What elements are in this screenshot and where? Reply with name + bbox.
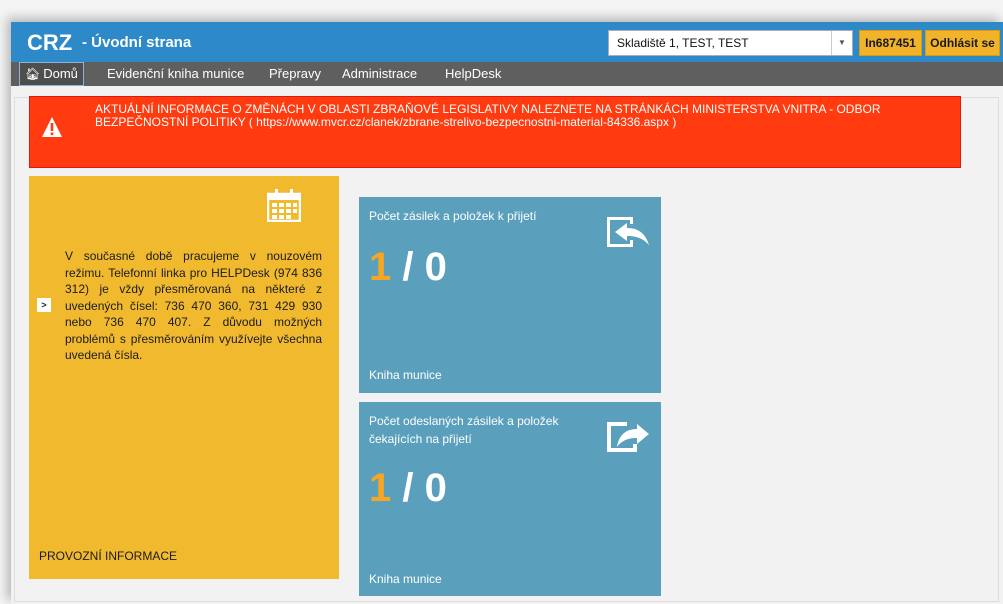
receive-tile-footer: Kniha munice [369,368,442,382]
next-arrow-button[interactable]: > [37,298,51,312]
sent-count-a: 1 [369,466,392,510]
receive-count: 1 / 0 [369,245,447,290]
info-tile-footer: PROVOZNÍ INFORMACE [39,549,178,563]
alert-text[interactable]: AKTUÁLNÍ INFORMACE O ZMĚNÁCH V OBLASTI Z… [95,103,935,129]
sent-tile-footer: Kniha munice [369,572,442,586]
calendar-icon [267,189,301,222]
home-icon: 🏠︎ [25,67,41,81]
nav-item-helpdesk[interactable]: HelpDesk [445,62,501,86]
nav-item-ammo-book[interactable]: Evidenční kniha munice [107,62,244,86]
user-button[interactable]: In687451 [859,30,922,56]
page-title: - Úvodní strana [82,34,192,51]
warehouse-select-value: Skladiště 1, TEST, TEST [617,36,749,50]
nav-item-transports[interactable]: Přepravy [269,62,321,86]
warning-icon [42,117,62,137]
warehouse-select[interactable]: Skladiště 1, TEST, TEST ▼ [608,30,853,56]
share-icon [607,422,649,452]
nav-item-administration[interactable]: Administrace [342,62,417,86]
receive-count-b: 0 [424,245,447,289]
chevron-down-icon[interactable]: ▼ [831,31,852,55]
sign-in-icon [607,217,649,247]
logout-button[interactable]: Odhlásit se [925,30,1000,56]
receive-tile-title: Počet zásilek a položek k přijetí [369,209,537,223]
sent-tile[interactable]: Počet odeslaných zásilek a položek čekaj… [359,402,661,596]
receive-count-a: 1 [369,245,392,289]
nav-item-home[interactable]: 🏠︎ Domů [19,62,84,86]
sent-count-sep: / [391,466,425,510]
title-bar: CRZ - Úvodní strana Skladiště 1, TEST, T… [11,22,1003,62]
info-text: V současné době pracujeme v nouzovém rež… [65,249,322,362]
main-nav: 🏠︎ Domů Evidenční kniha munice Přepravy A… [11,62,1003,86]
receive-count-sep: / [391,245,425,289]
operational-info-tile: > V současné době pracujeme v nouzovém r… [29,176,339,579]
receive-tile[interactable]: Počet zásilek a položek k přijetí 1 / 0 … [359,197,661,393]
sent-count: 1 / 0 [369,466,447,511]
sent-count-b: 0 [424,466,447,510]
app-name: CRZ [27,30,73,55]
sent-tile-title: Počet odeslaných zásilek a položek čekaj… [369,414,559,446]
nav-item-label: Domů [43,66,78,81]
legislation-alert: AKTUÁLNÍ INFORMACE O ZMĚNÁCH V OBLASTI Z… [29,96,961,168]
